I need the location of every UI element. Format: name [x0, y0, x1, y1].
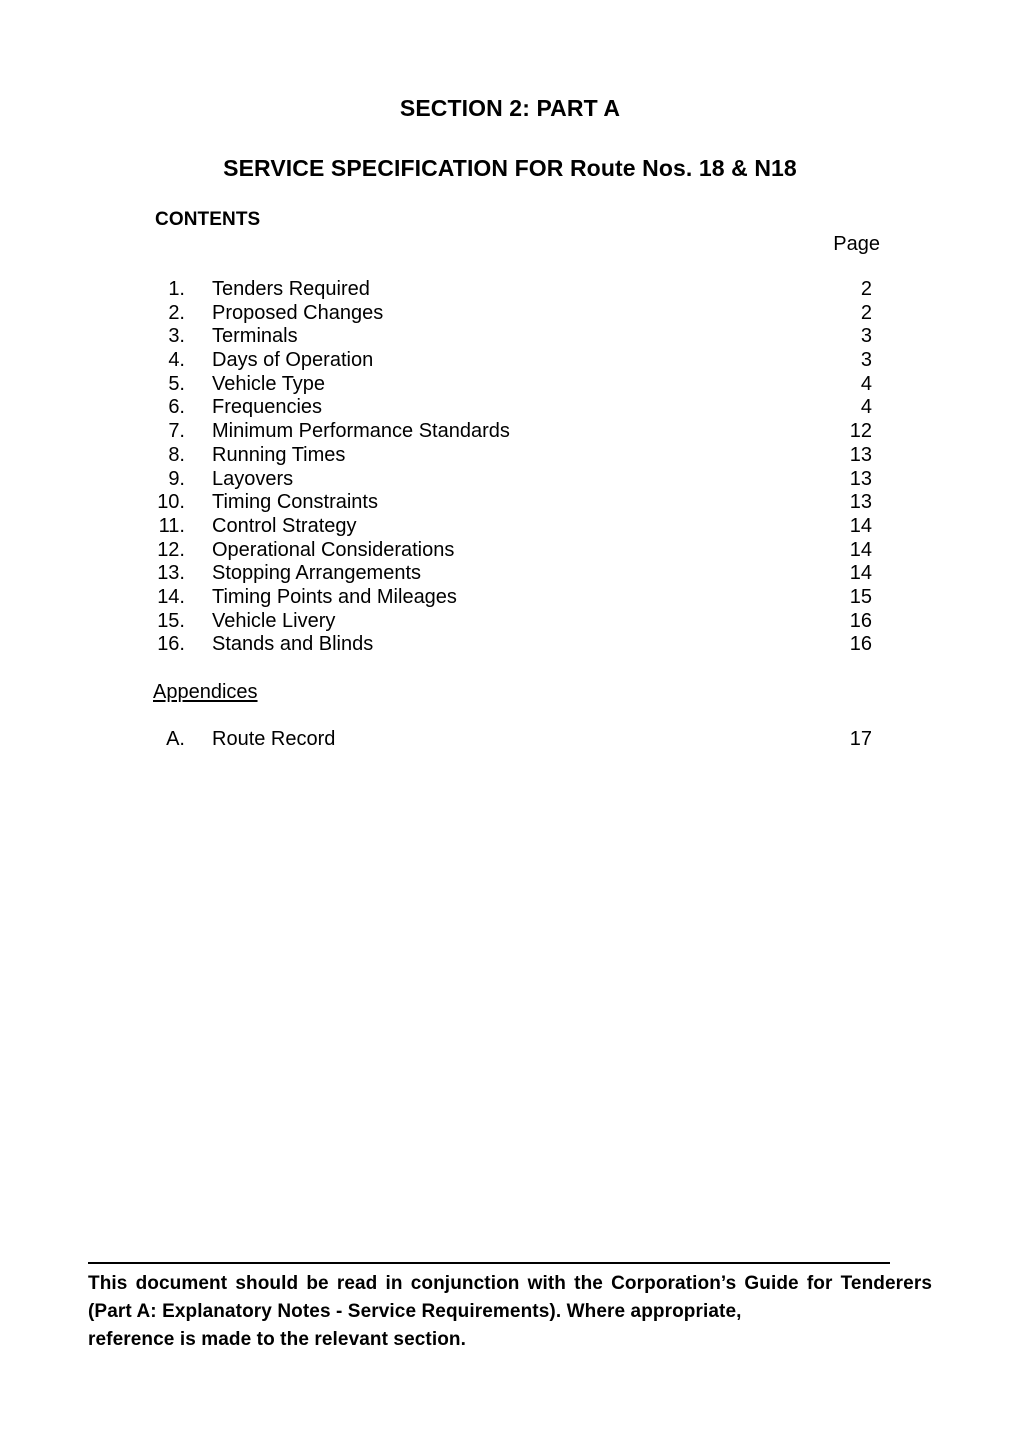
contents-item-page-number: 14 — [849, 538, 872, 561]
contents-item-page-number: 2 — [860, 301, 872, 324]
appendix-item-page-number: 17 — [849, 728, 872, 750]
document-title-main: SECTION 2: PART A — [399, 95, 621, 121]
contents-item[interactable]: 7. Minimum Performance Standards 12 — [0, 420, 1020, 444]
contents-item[interactable]: 3. Terminals 3 — [0, 325, 1020, 349]
contents-item[interactable]: 12. Operational Considerations 14 — [0, 539, 1020, 563]
contents-item[interactable]: 6. Frequencies 4 — [0, 396, 1020, 420]
contents-item-page-number: 14 — [849, 562, 872, 585]
appendix-list: A. Route Record 17 — [0, 728, 1020, 752]
contents-item-page-number: 3 — [860, 325, 872, 348]
contents-item-page-number: 16 — [849, 609, 872, 632]
contents-item[interactable]: 13. Stopping Arrangements 14 — [0, 562, 1020, 586]
contents-item-page-number: 3 — [860, 349, 872, 372]
contents-item-page-number: 14 — [849, 514, 872, 537]
footer-text-lastline: reference is made to the relevant sectio… — [88, 1329, 467, 1350]
contents-item-page-number: 13 — [849, 491, 872, 514]
contents-item[interactable]: 2. Proposed Changes 2 — [0, 302, 1020, 326]
contents-item-page-number: 13 — [849, 443, 872, 466]
contents-item-page-number: 13 — [849, 467, 872, 490]
contents-item[interactable]: 8. Running Times 13 — [0, 444, 1020, 468]
contents-item-page-number: 4 — [860, 396, 872, 419]
footer-text: This document should be read in conjunct… — [88, 1270, 932, 1354]
contents-item[interactable]: 9. Layovers 13 — [0, 468, 1020, 492]
contents-item-page-number: 15 — [849, 585, 872, 608]
contents-item-page-number: 2 — [860, 278, 872, 300]
contents-item[interactable]: 5. Vehicle Type 4 — [0, 373, 1020, 397]
contents-item[interactable]: 10. Timing Constraints 13 — [0, 491, 1020, 515]
contents-item[interactable]: 16. Stands and Blinds 16 — [0, 633, 1020, 657]
appendix-item[interactable]: A. Route Record 17 — [0, 728, 1020, 752]
contents-item[interactable]: 11. Control Strategy 14 — [0, 515, 1020, 539]
contents-item-page-number: 12 — [849, 420, 872, 443]
document-title-subtitle: SERVICE SPECIFICATION FOR Route Nos. 18 … — [223, 155, 797, 181]
document-page: SECTION 2: PART A SERVICE SPECIFICATION … — [0, 0, 1020, 1442]
page-column-header: Page — [833, 233, 880, 255]
contents-item[interactable]: 15. Vehicle Livery 16 — [0, 610, 1020, 634]
contents-item[interactable]: 14. Timing Points and Mileages 15 — [0, 586, 1020, 610]
footer-note: This document should be read in conjunct… — [88, 1262, 932, 1354]
appendices-heading: Appendices — [153, 681, 258, 703]
footer-divider — [88, 1262, 890, 1264]
contents-item[interactable]: 4. Days of Operation 3 — [0, 349, 1020, 373]
contents-item-page-number: 4 — [860, 372, 872, 395]
contents-item-page-number: 16 — [849, 633, 872, 656]
contents-item[interactable]: 1. Tenders Required 2 — [0, 278, 1020, 302]
table-of-contents: 1. Tenders Required 2 2. Proposed Changes 2 3.… — [0, 278, 1020, 657]
footer-text-body: This document should be read in conjunct… — [88, 1273, 932, 1322]
contents-heading: CONTENTS — [155, 209, 261, 230]
